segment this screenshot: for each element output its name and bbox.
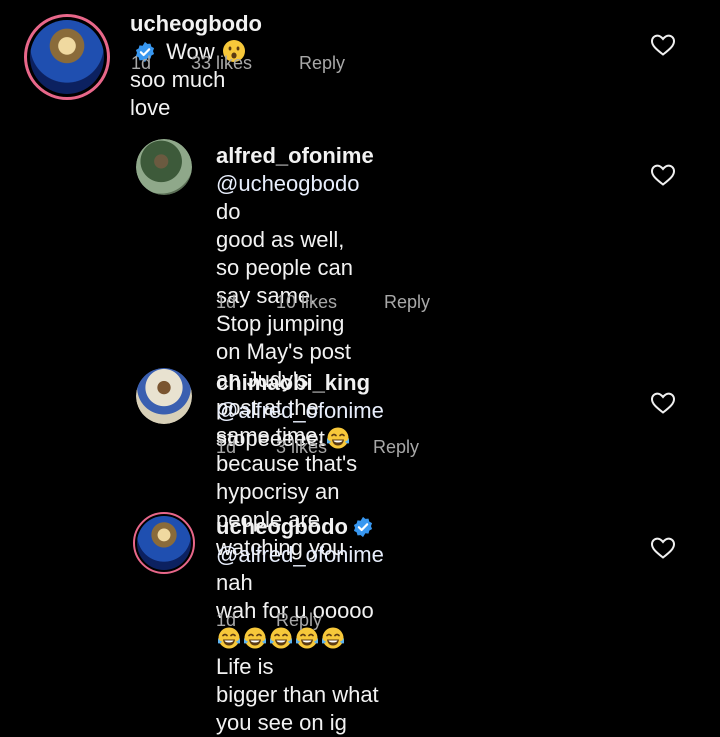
username[interactable]: alfred_ofonime bbox=[216, 143, 374, 168]
mention-link[interactable]: @alfred_ofonime bbox=[216, 398, 384, 423]
avatar[interactable] bbox=[24, 14, 110, 100]
heart-icon[interactable] bbox=[650, 163, 676, 187]
heart-icon[interactable] bbox=[650, 536, 676, 560]
heart-icon[interactable] bbox=[650, 391, 676, 415]
username[interactable]: chimaobi_king bbox=[216, 370, 370, 395]
comment-text: nah bbox=[216, 570, 253, 595]
avatar[interactable] bbox=[136, 368, 192, 424]
likes-count[interactable]: 10 likes bbox=[276, 292, 384, 313]
comment-meta: 1d 3 likes Reply bbox=[216, 437, 419, 458]
comment-body: alfred_ofonime @ucheogbodo do good as we… bbox=[216, 142, 374, 562]
reply-button[interactable]: Reply bbox=[299, 53, 345, 74]
comment-meta: 1d 33 likes Reply bbox=[131, 53, 345, 74]
comment-text: soo much love bbox=[130, 67, 226, 120]
verified-badge-icon bbox=[352, 516, 374, 538]
heart-icon[interactable] bbox=[650, 33, 676, 57]
username[interactable]: ucheogbodo bbox=[216, 514, 348, 539]
mention-link[interactable]: @alfred_ofonime bbox=[216, 542, 384, 567]
timestamp: 1d bbox=[216, 437, 237, 457]
username[interactable]: ucheogbodo bbox=[130, 11, 262, 36]
profile-photo bbox=[30, 20, 104, 94]
reply-button[interactable]: Reply bbox=[384, 292, 430, 313]
timestamp: 1d bbox=[216, 610, 237, 630]
likes-count[interactable]: 3 likes bbox=[276, 437, 373, 458]
avatar[interactable] bbox=[136, 139, 192, 195]
comment-text: Life is bbox=[216, 654, 274, 679]
profile-photo bbox=[137, 516, 191, 570]
profile-photo bbox=[136, 368, 192, 424]
comment-meta: 1d 10 likes Reply bbox=[216, 292, 430, 313]
reply-button[interactable]: Reply bbox=[373, 437, 419, 458]
avatar[interactable] bbox=[133, 512, 195, 574]
comment-text: do bbox=[216, 199, 241, 224]
likes-count[interactable]: 33 likes bbox=[191, 53, 299, 74]
timestamp: 1d bbox=[131, 53, 152, 73]
reply-button[interactable]: Reply bbox=[276, 610, 322, 631]
profile-photo bbox=[136, 139, 192, 195]
comment-line: bigger than what you see on ig bbox=[216, 682, 379, 735]
tears-of-joy-icon bbox=[321, 626, 345, 650]
mention-link[interactable]: @ucheogbodo bbox=[216, 171, 359, 196]
comment-meta: 1d Reply bbox=[216, 610, 322, 631]
timestamp: 1d bbox=[216, 292, 237, 312]
